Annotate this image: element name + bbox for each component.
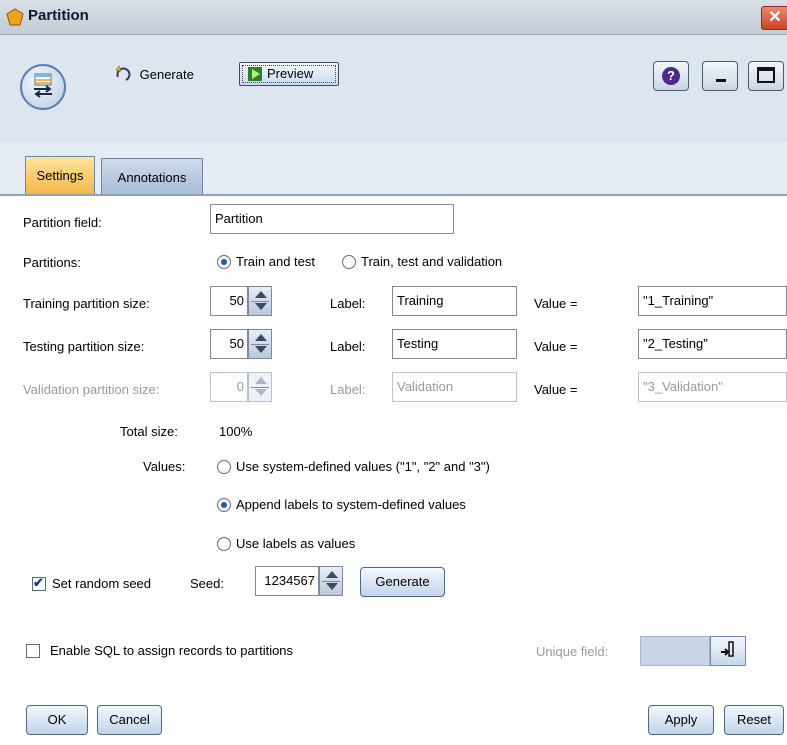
spin-up-icon bbox=[326, 571, 338, 578]
partitions-label: Partitions: bbox=[23, 255, 81, 270]
title-bar[interactable]: Partition ✕ bbox=[0, 0, 787, 35]
validation-label-caption: Label: bbox=[330, 382, 366, 397]
help-icon: ? bbox=[662, 67, 680, 85]
validation-label-input[interactable]: Validation bbox=[392, 372, 517, 402]
apply-button[interactable]: Apply bbox=[648, 705, 714, 735]
validation-value-input[interactable]: "3_Validation" bbox=[638, 372, 787, 402]
validation-size-spinner[interactable]: 0 bbox=[210, 372, 272, 402]
testing-value-input[interactable]: "2_Testing" bbox=[638, 329, 787, 359]
radio-labels-as-values[interactable] bbox=[217, 537, 231, 551]
unique-field-picker-button[interactable] bbox=[710, 636, 746, 666]
seed-value[interactable]: 1234567 bbox=[255, 566, 319, 596]
testing-size-arrows[interactable] bbox=[248, 329, 272, 359]
radio-append-labels-label: Append labels to system-defined values bbox=[236, 497, 466, 512]
field-picker-icon bbox=[721, 641, 734, 657]
play-icon bbox=[248, 67, 262, 81]
training-label-caption: Label: bbox=[330, 296, 366, 311]
maximize-button[interactable] bbox=[748, 61, 784, 91]
tab-bar: Settings Annotations bbox=[0, 143, 787, 196]
training-size-spinner[interactable]: 50 bbox=[210, 286, 272, 316]
cancel-button[interactable]: Cancel bbox=[97, 705, 162, 735]
training-size-arrows[interactable] bbox=[248, 286, 272, 316]
spin-down-icon bbox=[326, 583, 338, 590]
preview-button[interactable]: Preview bbox=[239, 62, 339, 86]
ok-button[interactable]: OK bbox=[26, 705, 88, 735]
help-button[interactable]: ? bbox=[653, 61, 689, 91]
settings-panel: Partition field: Partition Partitions: T… bbox=[0, 196, 787, 745]
radio-append-labels[interactable] bbox=[217, 498, 231, 512]
partition-field-label: Partition field: bbox=[23, 215, 102, 230]
radio-train-test-validation[interactable] bbox=[342, 255, 356, 269]
spin-up-icon bbox=[255, 377, 267, 384]
seed-arrows[interactable] bbox=[319, 566, 343, 596]
testing-size-label: Testing partition size: bbox=[23, 339, 145, 354]
validation-value-caption: Value = bbox=[534, 382, 578, 397]
radio-system-values-label: Use system-defined values ("1", "2" and … bbox=[236, 459, 490, 474]
validation-size-arrows[interactable] bbox=[248, 372, 272, 402]
training-label-input[interactable]: Training bbox=[392, 286, 517, 316]
preview-label: Preview bbox=[267, 66, 314, 81]
total-size-value: 100% bbox=[219, 424, 253, 439]
tab-settings[interactable]: Settings bbox=[25, 156, 95, 194]
partition-node-icon bbox=[6, 8, 24, 26]
spin-down-icon bbox=[255, 303, 267, 310]
radio-train-and-test-label: Train and test bbox=[236, 254, 316, 269]
training-size-value[interactable]: 50 bbox=[210, 286, 248, 316]
set-random-seed-label: Set random seed bbox=[52, 576, 152, 591]
reset-button[interactable]: Reset bbox=[724, 705, 784, 735]
validation-size-label: Validation partition size: bbox=[23, 382, 160, 397]
seed-label: Seed: bbox=[190, 576, 224, 591]
partition-field-input[interactable]: Partition bbox=[210, 204, 454, 234]
validation-size-value[interactable]: 0 bbox=[210, 372, 248, 402]
set-random-seed-checkbox[interactable] bbox=[32, 575, 46, 591]
generate-menu-button[interactable]: Generate bbox=[114, 64, 194, 86]
enable-sql-label: Enable SQL to assign records to partitio… bbox=[50, 643, 294, 658]
radio-train-test-validation-label: Train, test and validation bbox=[361, 254, 503, 269]
spin-up-icon bbox=[255, 334, 267, 341]
partition-node-icon bbox=[20, 64, 66, 110]
testing-label-input[interactable]: Testing bbox=[392, 329, 517, 359]
radio-labels-as-values-label: Use labels as values bbox=[236, 536, 356, 551]
minimize-icon bbox=[716, 79, 726, 82]
generate-seed-button[interactable]: Generate bbox=[360, 567, 445, 597]
minimize-button[interactable] bbox=[702, 61, 738, 91]
tab-annotations[interactable]: Annotations bbox=[101, 158, 203, 194]
radio-system-values[interactable] bbox=[217, 460, 231, 474]
unique-field-input[interactable] bbox=[640, 636, 710, 666]
close-button[interactable]: ✕ bbox=[761, 6, 787, 30]
total-size-label: Total size: bbox=[120, 424, 178, 439]
training-value-caption: Value = bbox=[534, 296, 578, 311]
seed-spinner[interactable]: 1234567 bbox=[255, 566, 343, 596]
generate-label: Generate bbox=[139, 67, 194, 82]
testing-value-caption: Value = bbox=[534, 339, 578, 354]
toolbar: Generate Preview ? bbox=[0, 35, 787, 143]
radio-train-and-test[interactable] bbox=[217, 255, 231, 269]
unique-field-label: Unique field: bbox=[536, 644, 609, 659]
testing-label-caption: Label: bbox=[330, 339, 366, 354]
window-title: Partition bbox=[28, 7, 89, 24]
spin-down-icon bbox=[255, 389, 267, 396]
partition-dialog: Partition ✕ Generate Preview ? Settings … bbox=[0, 0, 787, 745]
testing-size-value[interactable]: 50 bbox=[210, 329, 248, 359]
spin-up-icon bbox=[255, 291, 267, 298]
values-label: Values: bbox=[143, 459, 186, 474]
maximize-icon bbox=[757, 67, 775, 83]
testing-size-spinner[interactable]: 50 bbox=[210, 329, 272, 359]
training-value-input[interactable]: "1_Training" bbox=[638, 286, 787, 316]
enable-sql-checkbox[interactable] bbox=[26, 644, 40, 658]
spin-down-icon bbox=[255, 346, 267, 353]
generate-icon bbox=[115, 65, 131, 81]
training-size-label: Training partition size: bbox=[23, 296, 150, 311]
